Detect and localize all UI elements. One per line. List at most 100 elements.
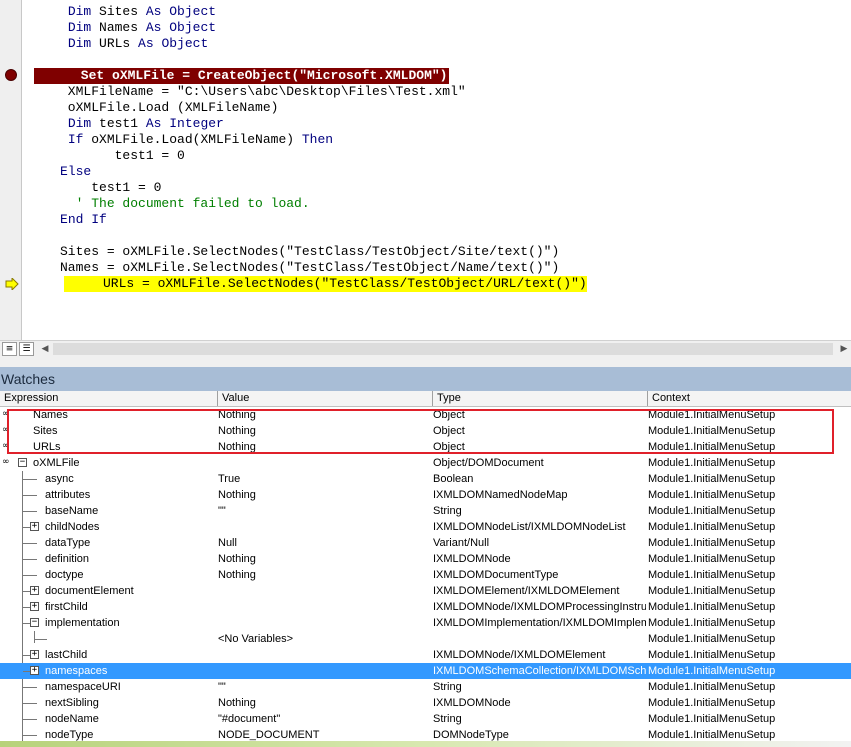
- watch-value-cell: [218, 663, 430, 679]
- code-line[interactable]: oXMLFile.Load (XMLFileName): [21, 100, 279, 116]
- code-line[interactable]: Dim Sites As Object: [21, 4, 216, 20]
- code-text: test1: [91, 116, 146, 131]
- pane-splitter[interactable]: [0, 357, 851, 367]
- watch-row[interactable]: ∞ Sites Nothing Object Module1.InitialMenuSe…: [0, 423, 851, 439]
- watch-row[interactable]: ∞ Names Nothing Object Module1.InitialMenuSe…: [0, 407, 851, 423]
- code-keyword: Else: [60, 164, 92, 179]
- code-line[interactable]: Dim test1 As Integer: [21, 116, 224, 132]
- scroll-right-arrow-icon[interactable]: ▶: [838, 343, 850, 356]
- watch-expression-text: async: [45, 473, 74, 485]
- collapse-icon[interactable]: −: [30, 618, 39, 627]
- watch-row[interactable]: definition Nothing IXMLDOMNode Module1.Init…: [0, 551, 851, 567]
- code-keyword: Dim: [67, 4, 92, 19]
- code-line[interactable]: test1 = 0: [21, 180, 161, 196]
- code-line[interactable]: ' The document failed to load.: [21, 196, 310, 212]
- code-text: Sites: [91, 4, 146, 19]
- expand-icon[interactable]: +: [30, 602, 39, 611]
- watch-context-cell: Module1.InitialMenuSetup: [648, 489, 776, 501]
- code-line[interactable]: If oXMLFile.Load(XMLFileName) Then: [21, 132, 333, 148]
- watch-expression-cell: ∞ − oXMLFile: [0, 455, 215, 471]
- watch-row[interactable]: nextSibling Nothing IXMLDOMNode Module1.Ini…: [0, 695, 851, 711]
- watches-title: Watches: [1, 371, 55, 387]
- code-text: test1 = 0: [21, 148, 185, 163]
- tree-branch-line: [23, 735, 37, 736]
- code-line[interactable]: Else: [21, 164, 91, 180]
- horizontal-scroll-thumb[interactable]: [53, 343, 833, 355]
- breakpoint-icon[interactable]: [5, 69, 17, 81]
- watch-row[interactable]: attributes Nothing IXMLDOMNamedNodeMap Modu…: [0, 487, 851, 503]
- code-text: URLs: [91, 36, 139, 51]
- watch-type-cell: IXMLDOMNode: [433, 697, 511, 709]
- watch-expression-text: namespaces: [45, 665, 108, 677]
- column-header-context[interactable]: Context: [648, 391, 851, 406]
- watch-row[interactable]: dataType Null Variant/Null Module1.InitialM…: [0, 535, 851, 551]
- code-comment: ' The document failed to load.: [75, 196, 310, 211]
- code-line[interactable]: End If: [21, 212, 107, 228]
- watch-row[interactable]: + lastChild IXMLDOMNode/IXMLDOMElement Modu…: [0, 647, 851, 663]
- watch-context-cell: Module1.InitialMenuSetup: [648, 521, 776, 533]
- collapse-icon[interactable]: −: [18, 458, 27, 467]
- watch-row[interactable]: async True Boolean Module1.InitialMenuSetup: [0, 471, 851, 487]
- code-line[interactable]: Names = oXMLFile.SelectNodes("TestClass/…: [21, 260, 559, 276]
- watch-row[interactable]: namespaceURI "" String Module1.InitialMenuS…: [0, 679, 851, 695]
- expand-icon[interactable]: +: [30, 666, 39, 675]
- watch-context-cell: Module1.InitialMenuSetup: [648, 681, 776, 693]
- code-text: oXMLFile.Load (XMLFileName): [21, 100, 279, 115]
- watch-type-cell: IXMLDOMNode/IXMLDOMProcessingInstructi: [433, 601, 646, 613]
- code-line[interactable]: Dim URLs As Object: [21, 36, 208, 52]
- tree-branch-line: [23, 511, 37, 512]
- watch-row[interactable]: ∞ URLs Nothing Object Module1.InitialMenuSet…: [0, 439, 851, 455]
- watch-row[interactable]: + firstChild IXMLDOMNode/IXMLDOMProcessing…: [0, 599, 851, 615]
- watch-type-cell: String: [433, 713, 462, 725]
- code-line[interactable]: test1 = 0: [21, 148, 185, 164]
- watch-type-cell: IXMLDOMNodeList/IXMLDOMNodeList: [433, 521, 626, 533]
- code-keyword: Integer: [169, 116, 224, 131]
- code-line[interactable]: XMLFileName = "C:\Users\abc\Desktop\File…: [21, 84, 466, 100]
- watch-value-cell: "": [218, 505, 226, 517]
- watch-context-cell: Module1.InitialMenuSetup: [648, 617, 776, 629]
- watch-row[interactable]: <No Variables> Module1.InitialMenuSetup: [0, 631, 851, 647]
- expand-icon[interactable]: +: [30, 522, 39, 531]
- full-module-view-icon: ☰: [22, 344, 31, 354]
- watch-row[interactable]: baseName "" String Module1.InitialMenuSetup: [0, 503, 851, 519]
- watch-expression-cell: + namespaces: [0, 663, 215, 679]
- watch-type-cell: IXMLDOMNode/IXMLDOMElement: [433, 649, 606, 661]
- full-module-view-button[interactable]: ☰: [19, 342, 34, 356]
- code-line[interactable]: URLs = oXMLFile.SelectNodes("TestClass/T…: [64, 276, 587, 292]
- column-header-value[interactable]: Value: [218, 391, 433, 406]
- column-header-expression[interactable]: Expression: [0, 391, 218, 406]
- watch-expression-cell: baseName: [0, 503, 215, 519]
- watch-row[interactable]: ∞ − oXMLFile Object/DOMDocument Module1.Init…: [0, 455, 851, 471]
- column-header-type[interactable]: Type: [433, 391, 648, 406]
- watches-list: ∞ Names Nothing Object Module1.InitialMenuSe…: [0, 407, 851, 747]
- watch-expression-cell: + lastChild: [0, 647, 215, 663]
- watch-type-cell: IXMLDOMSchemaCollection/IXMLDOMSchem: [433, 665, 646, 677]
- watch-row[interactable]: doctype Nothing IXMLDOMDocumentType Module1…: [0, 567, 851, 583]
- code-line[interactable]: Set oXMLFile = CreateObject("Microsoft.X…: [34, 68, 450, 84]
- watch-row[interactable]: + childNodes IXMLDOMNodeList/IXMLDOMNodeLi…: [0, 519, 851, 535]
- watch-value-cell: [218, 519, 430, 535]
- code-keyword: Object: [161, 36, 209, 51]
- tree-branch-line: [23, 687, 37, 688]
- code-keyword: As: [145, 4, 162, 19]
- code-line[interactable]: Dim Names As Object: [21, 20, 216, 36]
- watch-row[interactable]: − implementation IXMLDOMImplementation/IXM…: [0, 615, 851, 631]
- watch-type-cell: Object: [433, 441, 465, 453]
- watch-context-cell: Module1.InitialMenuSetup: [648, 585, 776, 597]
- tree-branch-line: [23, 607, 30, 608]
- scroll-left-arrow-icon[interactable]: ◀: [39, 343, 51, 356]
- watch-row[interactable]: nodeName "#document" String Module1.Initial…: [0, 711, 851, 727]
- expand-icon[interactable]: +: [30, 586, 39, 595]
- expand-icon[interactable]: +: [30, 650, 39, 659]
- tree-branch-line: [35, 639, 47, 640]
- code-line[interactable]: Sites = oXMLFile.SelectNodes("TestClass/…: [21, 244, 559, 260]
- tree-branch-line: [23, 591, 30, 592]
- watch-row[interactable]: + documentElement IXMLDOMElement/IXMLDOMEl…: [0, 583, 851, 599]
- watch-expression-text: nextSibling: [45, 697, 99, 709]
- watch-expression-text: documentElement: [45, 585, 134, 597]
- procedure-view-button[interactable]: ≡: [2, 342, 17, 356]
- code-editor[interactable]: Dim Sites As Object Dim Names As Object …: [0, 0, 851, 340]
- watch-row[interactable]: + namespaces IXMLDOMSchemaCollection/IXMLD…: [0, 663, 851, 679]
